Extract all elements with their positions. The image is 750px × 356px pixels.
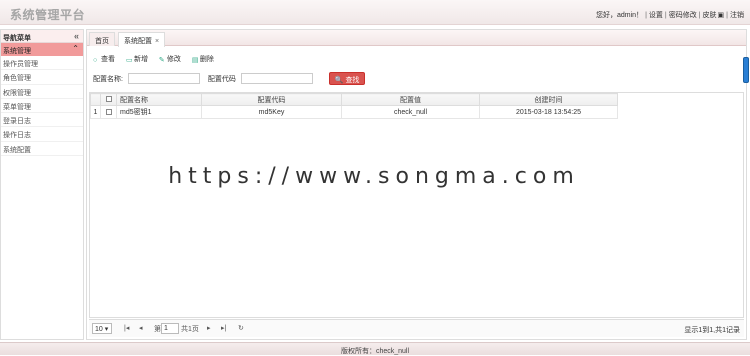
add-button[interactable]: ▭新增	[126, 54, 148, 64]
config-name-input[interactable]	[127, 73, 200, 84]
edit-icon: ✎	[158, 57, 165, 64]
password-change-link[interactable]: 密码修改	[669, 12, 697, 19]
delete-button[interactable]: ▤删除	[192, 54, 214, 64]
search-button[interactable]: 🔍 查找	[328, 72, 366, 85]
sidebar-item-operators[interactable]: 操作员管理	[1, 56, 83, 71]
sidebar-item-operation-log[interactable]: 操作日志	[1, 127, 83, 142]
last-page-icon[interactable]: ▸|	[221, 324, 226, 332]
page-total-label: 共1页	[181, 326, 199, 333]
watermark: https://www.songma.com	[143, 163, 605, 190]
shirt-icon[interactable]: ▣	[718, 12, 725, 19]
search-icon: 🔍	[334, 77, 344, 84]
select-all-checkbox[interactable]	[105, 96, 112, 103]
sidebar-header: 导航菜单 «	[1, 30, 83, 43]
side-drawer-handle[interactable]	[743, 57, 749, 83]
next-page-icon[interactable]: ▸	[207, 324, 211, 332]
tab-home[interactable]: 首页	[89, 32, 115, 46]
delete-label: 删除	[199, 56, 214, 63]
config-code-label: 配置代码	[207, 75, 236, 83]
add-label: 新增	[133, 56, 148, 63]
column-header-value[interactable]: 配置值	[341, 93, 480, 106]
cell-name: md5密钥1	[116, 105, 202, 119]
row-number-header	[90, 93, 101, 106]
row-select[interactable]	[100, 105, 117, 119]
top-bar: 系统管理平台 您好，admin！ | 设置 | 密码修改 | 皮肤▣ | 注销	[0, 0, 750, 25]
page-prefix-label: 第	[154, 326, 161, 333]
sidebar-item-permissions[interactable]: 权限管理	[1, 85, 83, 99]
row-number: 1	[90, 105, 101, 119]
footer: 版权所有：check_null	[0, 342, 750, 355]
sidebar-group-title: 系统管理	[3, 48, 31, 55]
table-row[interactable]: 1 md5密钥1 md5Key check_null 2015-03-18 13…	[90, 105, 618, 119]
cell-code: md5Key	[201, 105, 342, 119]
edit-label: 修改	[166, 56, 181, 63]
sidebar-item-login-log[interactable]: 登录日志	[1, 113, 83, 128]
page-number-input[interactable]: 1	[161, 323, 179, 334]
page-size-select[interactable]: 10 ▾	[92, 323, 112, 334]
config-table: 配置名称 配置代码 配置值 创建时间 1 md5密钥1 md5Key check…	[90, 93, 618, 119]
cell-value: check_null	[341, 105, 480, 119]
tab-home-label: 首页	[95, 38, 109, 45]
pagination-info: 显示1到1,共1记录	[684, 327, 740, 334]
column-header-time[interactable]: 创建时间	[479, 93, 618, 106]
config-code-input[interactable]	[240, 73, 313, 84]
settings-link[interactable]: 设置	[649, 12, 663, 19]
search-bar: 配置名称: 配置代码 🔍 查找	[93, 72, 366, 85]
prev-page-icon[interactable]: ◂	[139, 324, 143, 332]
tab-system-config-label: 系统配置	[124, 38, 152, 45]
top-links: 您好，admin！ | 设置 | 密码修改 | 皮肤▣ | 注销	[595, 12, 744, 19]
select-all-header[interactable]	[100, 93, 117, 106]
sidebar-item-system-config[interactable]: 系统配置	[1, 142, 83, 157]
logout-link[interactable]: 注销	[730, 12, 744, 19]
view-icon: ○	[93, 57, 98, 64]
search-button-label: 查找	[345, 77, 360, 84]
chevron-up-icon[interactable]: ⌃	[72, 44, 79, 53]
view-button[interactable]: ○ 查看	[93, 54, 115, 64]
greeting: 您好，admin！	[595, 12, 644, 19]
tab-system-config[interactable]: 系统配置 ×	[118, 32, 166, 47]
add-icon: ▭	[125, 57, 133, 64]
sidebar: 导航菜单 « 系统管理 ⌃ 操作员管理 角色管理 权限管理 菜单管理 登录日志 …	[0, 29, 84, 340]
toolbar: ○ 查看 ▭新增 ✎ 修改 ▤删除	[93, 54, 223, 64]
row-checkbox[interactable]	[105, 108, 112, 115]
tab-bar: 首页 系统配置 ×	[87, 30, 746, 47]
sidebar-title: 导航菜单	[3, 35, 31, 42]
first-page-icon[interactable]: |◂	[124, 324, 129, 332]
cell-time: 2015-03-18 13:54:25	[479, 105, 618, 119]
refresh-icon[interactable]: ↻	[238, 324, 244, 332]
edit-button[interactable]: ✎ 修改	[159, 54, 181, 64]
table-header-row: 配置名称 配置代码 配置值 创建时间	[90, 93, 618, 106]
sidebar-item-menus[interactable]: 菜单管理	[1, 99, 83, 114]
pagination-bar: 10 ▾ |◂ ◂ 第 1 共1页 ▸ ▸| ↻ 显示1到1,共1记录	[89, 319, 744, 337]
delete-icon: ▤	[191, 57, 199, 64]
column-header-code[interactable]: 配置代码	[201, 93, 342, 106]
config-name-label: 配置名称:	[93, 75, 123, 83]
skin-link[interactable]: 皮肤	[703, 12, 717, 19]
page-size-value: 10	[95, 326, 103, 333]
view-label: 查看	[101, 56, 115, 63]
data-grid: 配置名称 配置代码 配置值 创建时间 1 md5密钥1 md5Key check…	[89, 92, 744, 318]
close-icon[interactable]: ×	[155, 38, 159, 45]
collapse-left-icon[interactable]: «	[74, 31, 79, 41]
column-header-name[interactable]: 配置名称	[116, 93, 202, 106]
sidebar-group-header[interactable]: 系统管理 ⌃	[1, 43, 83, 56]
app-title: 系统管理平台	[10, 8, 86, 22]
sidebar-item-roles[interactable]: 角色管理	[1, 70, 83, 85]
